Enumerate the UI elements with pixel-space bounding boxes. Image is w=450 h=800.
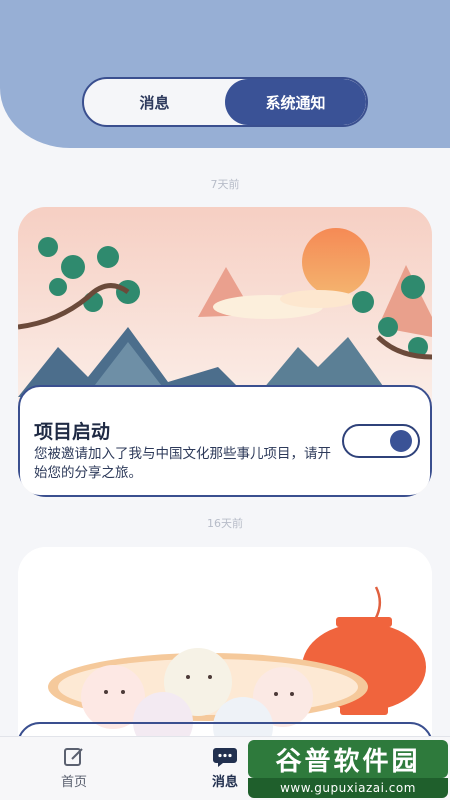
watermark-title: 谷普软件园 [248, 740, 448, 778]
notification-tab-switcher: 消息 系统通知 [82, 77, 368, 127]
notice-toggle[interactable] [342, 424, 420, 458]
nav-item-home[interactable]: 首页 [44, 745, 104, 790]
notice-card[interactable]: 项目启动 您被邀请加入了我与中国文化那些事儿项目，请开始您的分享之旅。 [18, 207, 432, 497]
notice-description: 您被邀请加入了我与中国文化那些事儿项目，请开始您的分享之旅。 [34, 446, 331, 481]
notice-title: 项目启动 [34, 421, 111, 443]
nav-label-home: 首页 [60, 775, 87, 790]
watermark-url: www.gupuxiazai.com [248, 778, 448, 798]
site-watermark: 谷普软件园 www.gupuxiazai.com [248, 740, 448, 798]
toggle-knob [390, 430, 412, 452]
nav-label-messages: 消息 [211, 775, 238, 790]
notice-time: 7天前 [210, 178, 240, 191]
edit-square-icon [64, 748, 83, 766]
chat-bubble-icon [213, 748, 237, 767]
tab-system-notice[interactable]: 系统通知 [225, 79, 366, 125]
tab-messages[interactable]: 消息 [84, 79, 225, 125]
nav-item-messages[interactable]: 消息 [195, 745, 255, 790]
notice-time: 16天前 [207, 517, 243, 530]
landscape-illustration [18, 207, 432, 407]
notice-content-panel: 项目启动 您被邀请加入了我与中国文化那些事儿项目，请开始您的分享之旅。 [18, 385, 432, 497]
